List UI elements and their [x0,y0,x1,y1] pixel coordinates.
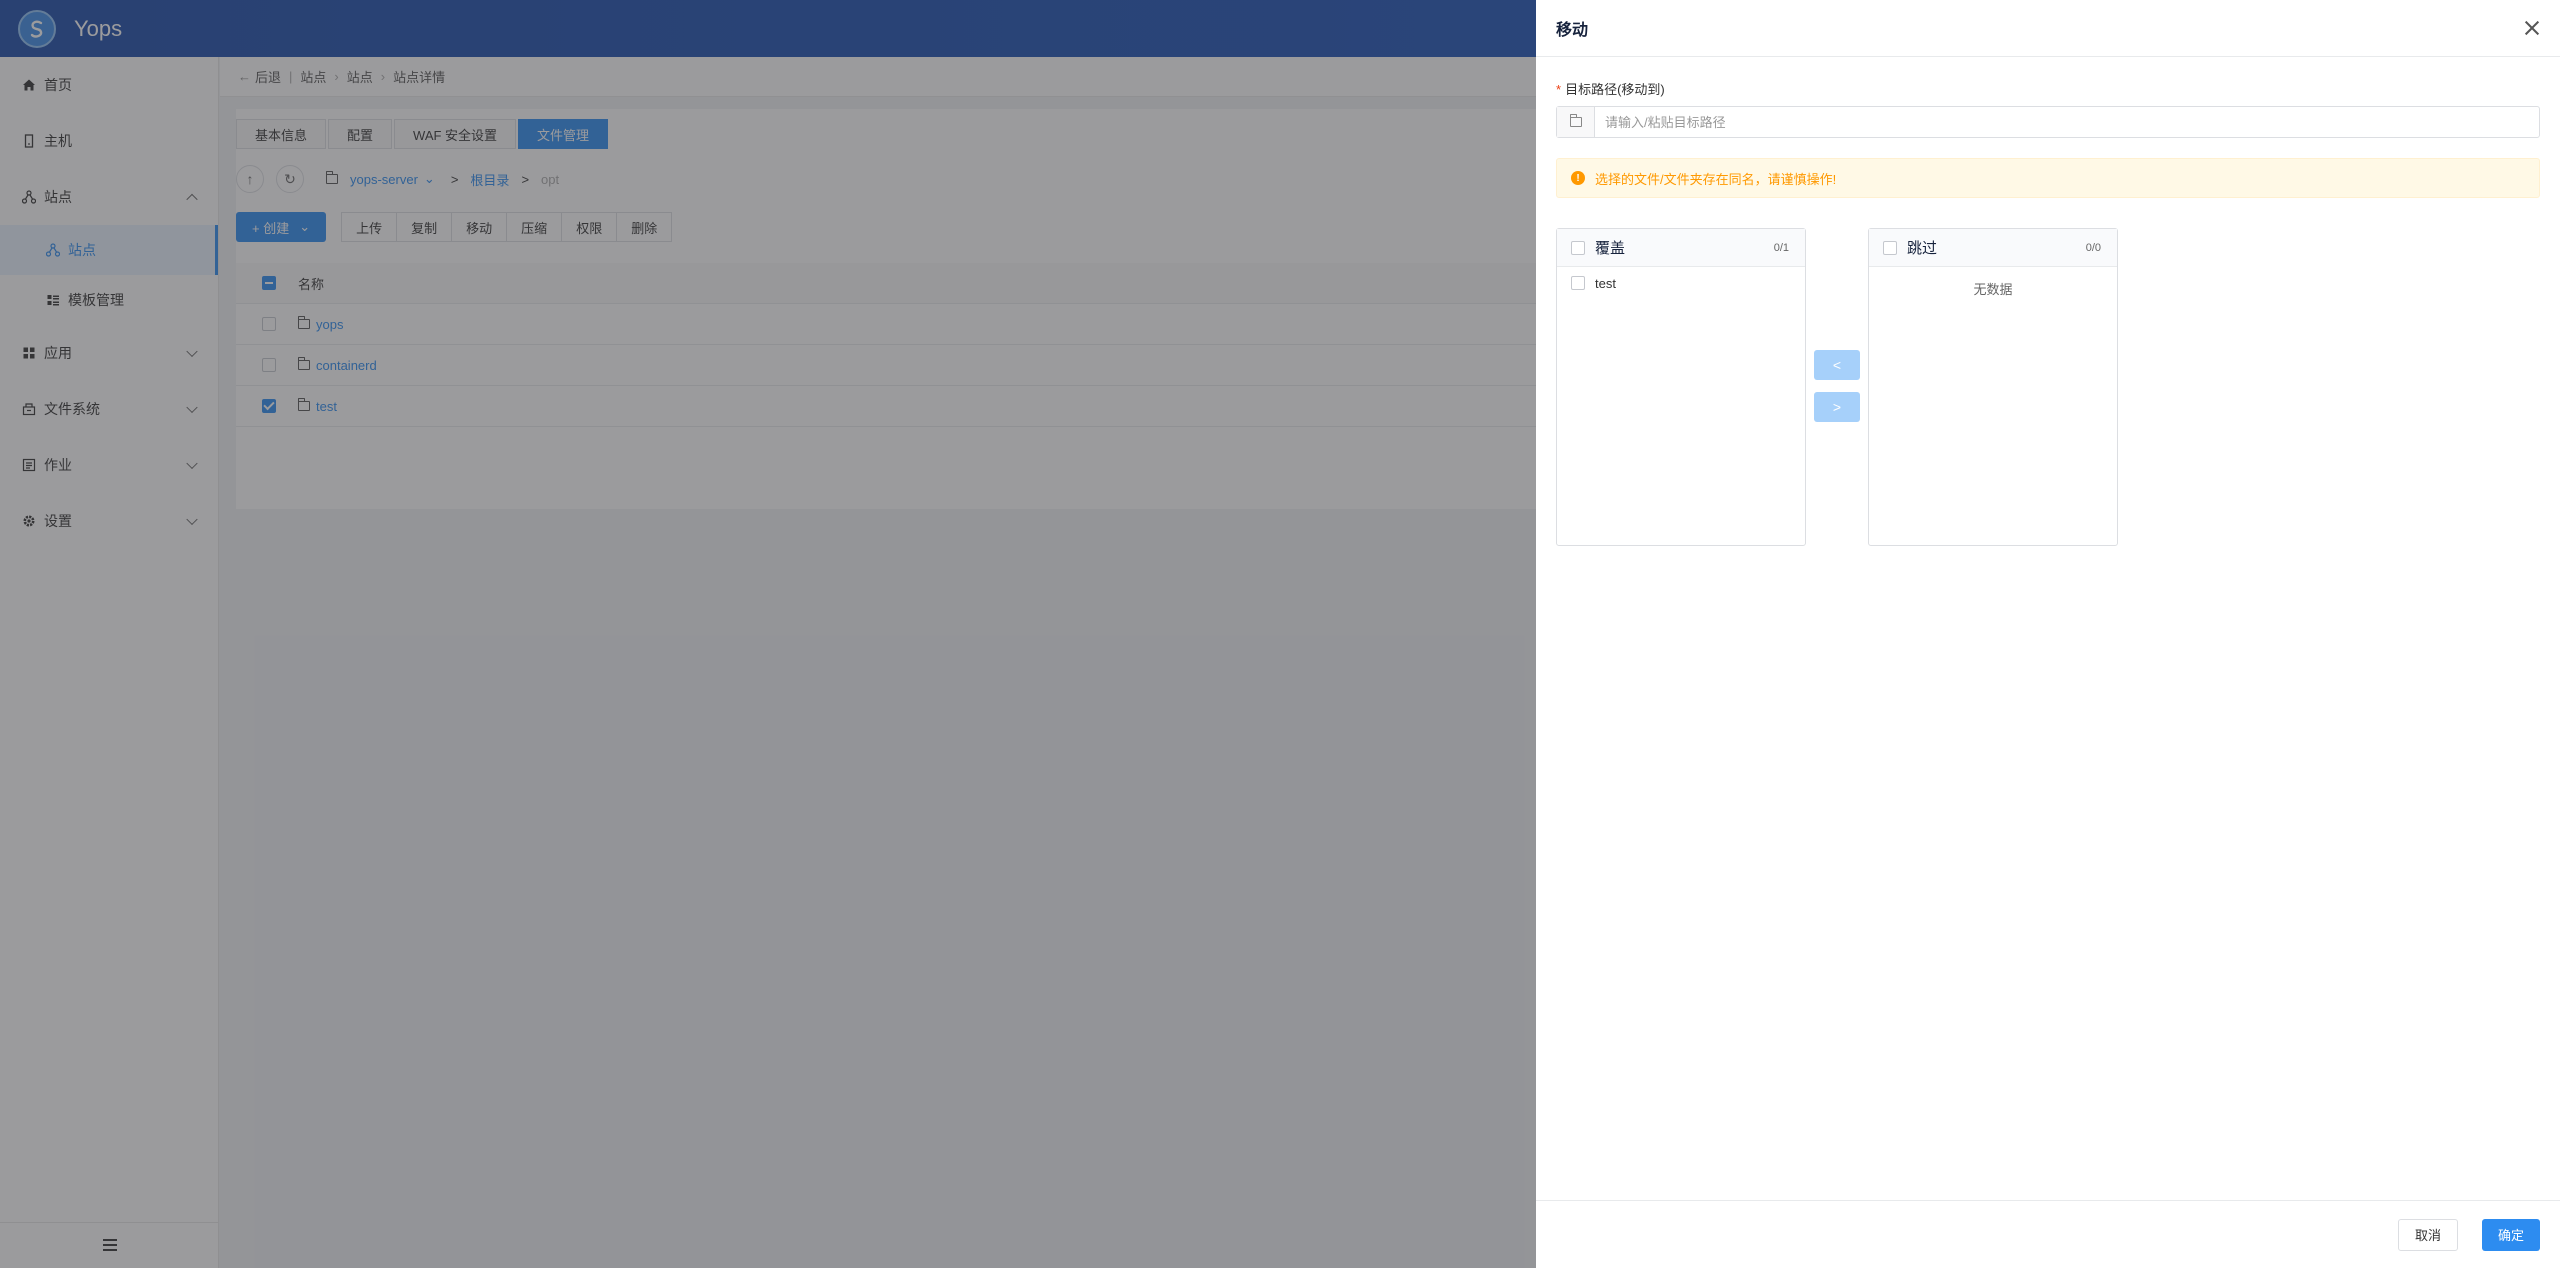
overwrite-count: 0/1 [1773,241,1789,254]
item-checkbox[interactable] [1571,276,1585,290]
overwrite-panel-title: 覆盖 [1595,240,1626,257]
folder-picker-button[interactable] [1557,107,1595,137]
move-left-button[interactable]: < [1814,350,1860,380]
list-item[interactable]: test [1557,267,1805,299]
drawer-body: *目标路径(移动到) ! 选择的文件/文件夹存在同名，请谨慎操作! 覆盖 0/1 [1556,57,2540,546]
transfer-operations: < > [1806,228,1868,434]
alert-text: 选择的文件/文件夹存在同名，请谨慎操作! [1595,171,1837,187]
drawer-header: 移动 [1536,0,2560,57]
skip-select-all-checkbox[interactable] [1883,240,1897,255]
confirm-button[interactable]: 确定 [2481,1218,2540,1251]
drawer-title: 移动 [1556,22,1589,39]
move-right-button[interactable]: > [1814,392,1860,422]
target-path-label: * 目标路径(移动到) [1556,79,2540,98]
target-path-field [1556,106,2540,138]
drawer-footer: 取消 确定 [1536,1200,2560,1268]
required-mark: * [1556,82,1562,97]
target-path-label-text: 目标路径(移动到) [1565,82,1665,97]
overwrite-select-all-checkbox[interactable] [1571,240,1585,255]
folder-icon [1569,114,1582,127]
skip-panel-title: 跳过 [1907,240,1938,257]
warning-icon: ! [1571,171,1585,185]
skip-count: 0/0 [2085,241,2101,254]
duplicate-warning-alert: ! 选择的文件/文件夹存在同名，请谨慎操作! [1556,158,2540,198]
conflict-transfer: 覆盖 0/1 test < > 跳过 0/0 无数据 [1556,228,2540,546]
chevron-left-icon: < [1832,357,1842,373]
cancel-button[interactable]: 取消 [2397,1218,2458,1251]
chevron-right-icon: > [1832,399,1842,415]
target-path-input[interactable] [1595,107,2539,137]
empty-text: 无数据 [1973,282,2013,297]
overwrite-panel: 覆盖 0/1 test [1556,228,1806,546]
move-drawer: 移动 *目标路径(移动到) ! 选择的文件/文件夹存在同名，请谨慎操作! 覆盖 … [1536,0,2560,1268]
skip-panel: 跳过 0/0 无数据 [1868,228,2118,546]
overwrite-panel-header: 覆盖 0/1 [1557,229,1805,267]
close-icon[interactable] [2520,16,2544,40]
skip-panel-header: 跳过 0/0 [1869,229,2117,267]
item-label: test [1595,275,1616,291]
